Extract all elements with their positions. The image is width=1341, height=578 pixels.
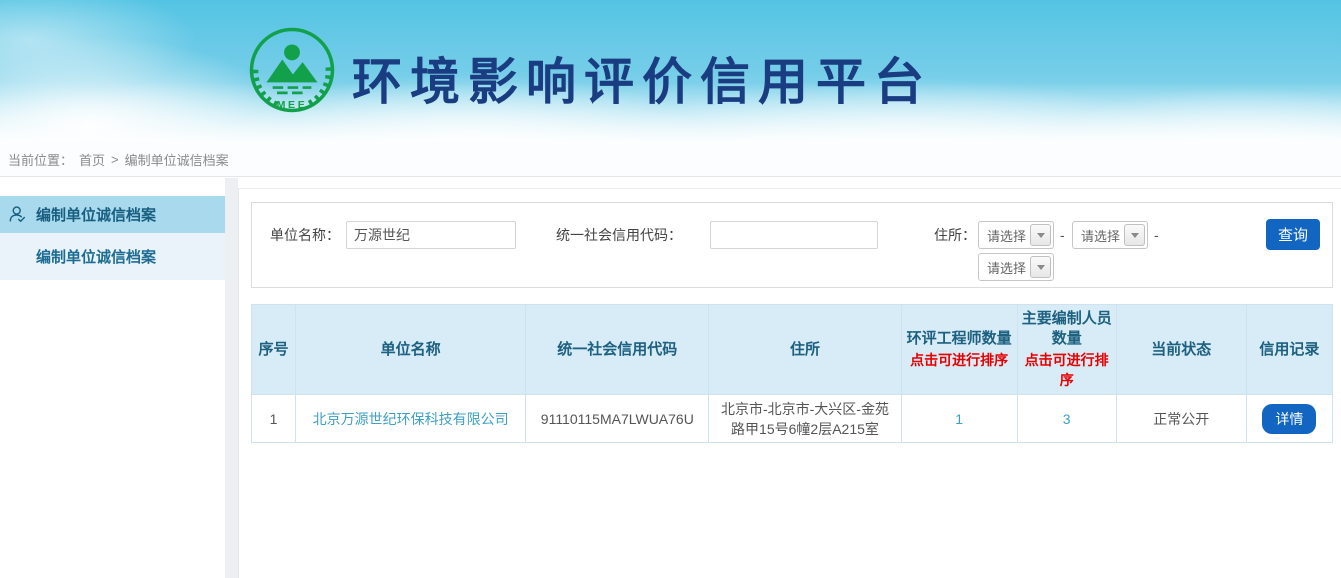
status-cell: 正常公开: [1116, 395, 1246, 443]
results-table: 序号 单位名称 统一社会信用代码 住所 环评工程师数量 点击可进行排序 主要编制…: [251, 304, 1333, 443]
col-header-address: 住所: [709, 305, 901, 395]
mee-logo-icon: MEE: [248, 26, 336, 114]
chevron-down-icon[interactable]: [1124, 224, 1145, 246]
header-banner: MEE 环境影响评价信用平台: [0, 0, 1341, 142]
address-dash: -: [1154, 221, 1159, 249]
sort-hint: 点击可进行排序: [904, 350, 1015, 370]
sidebar-divider: [225, 178, 238, 578]
credit-code-input[interactable]: [710, 221, 878, 249]
address-label: 住所：: [934, 221, 976, 249]
col-header-engineer-count-sort[interactable]: 环评工程师数量 点击可进行排序: [901, 305, 1017, 395]
col-header-credit-record: 信用记录: [1246, 305, 1332, 395]
col-header-credit-code: 统一社会信用代码: [526, 305, 709, 395]
chevron-down-icon[interactable]: [1030, 256, 1051, 278]
company-name-link[interactable]: 北京万源世纪环保科技有限公司: [313, 411, 509, 427]
table-header-row: 序号 单位名称 统一社会信用代码 住所 环评工程师数量 点击可进行排序 主要编制…: [252, 305, 1333, 395]
col-header-company: 单位名称: [296, 305, 526, 395]
sidebar-item-credit-archive[interactable]: 编制单位诚信档案: [0, 196, 225, 233]
sidebar: 编制单位诚信档案 编制单位诚信档案: [0, 178, 225, 578]
detail-button[interactable]: 详情: [1262, 404, 1316, 434]
main-panel: 单位名称： 统一社会信用代码： 住所： 请选择 - 请选择 - 请选择 查询 序…: [238, 188, 1341, 578]
breadcrumb-label: 当前位置：: [8, 150, 73, 169]
company-name-label: 单位名称：: [270, 221, 340, 249]
staff-count-link[interactable]: 3: [1063, 411, 1071, 427]
engineer-count-link[interactable]: 1: [955, 411, 963, 427]
person-check-icon: [8, 205, 27, 224]
breadcrumb-current: 编制单位诚信档案: [125, 150, 229, 169]
table-row: 1 北京万源世纪环保科技有限公司 91110115MA7LWUA76U 北京市-…: [252, 395, 1333, 443]
col-header-staff-count-sort[interactable]: 主要编制人员数量 点击可进行排序: [1017, 305, 1116, 395]
address-cell: 北京市-北京市-大兴区-金苑路甲15号6幢2层A215室: [709, 395, 901, 443]
query-button[interactable]: 查询: [1266, 219, 1320, 250]
sidebar-subitem-label: 编制单位诚信档案: [36, 246, 156, 267]
city-select[interactable]: 请选择: [1072, 221, 1148, 249]
svg-text:MEE: MEE: [277, 99, 308, 111]
sidebar-item-label: 编制单位诚信档案: [36, 204, 156, 225]
col-header-status: 当前状态: [1116, 305, 1246, 395]
col-header-index: 序号: [252, 305, 296, 395]
sidebar-subitem-credit-archive[interactable]: 编制单位诚信档案: [0, 233, 225, 280]
district-select-value: 请选择: [987, 258, 1026, 277]
row-index: 1: [252, 395, 296, 443]
address-dash: -: [1060, 221, 1065, 249]
search-form: 单位名称： 统一社会信用代码： 住所： 请选择 - 请选择 - 请选择 查询: [251, 202, 1333, 288]
district-select[interactable]: 请选择: [978, 253, 1054, 281]
breadcrumb: 当前位置： 首页 > 编制单位诚信档案: [0, 142, 1341, 177]
sort-hint: 点击可进行排序: [1020, 350, 1114, 390]
breadcrumb-separator: >: [111, 152, 119, 167]
page-title: 环境影响评价信用平台: [352, 42, 932, 114]
breadcrumb-home-link[interactable]: 首页: [79, 150, 105, 169]
credit-code-cell: 91110115MA7LWUA76U: [526, 395, 709, 443]
credit-code-label: 统一社会信用代码：: [556, 221, 682, 249]
city-select-value: 请选择: [1081, 226, 1120, 245]
province-select-value: 请选择: [987, 226, 1026, 245]
chevron-down-icon[interactable]: [1030, 224, 1051, 246]
company-name-input[interactable]: [346, 221, 516, 249]
province-select[interactable]: 请选择: [978, 221, 1054, 249]
